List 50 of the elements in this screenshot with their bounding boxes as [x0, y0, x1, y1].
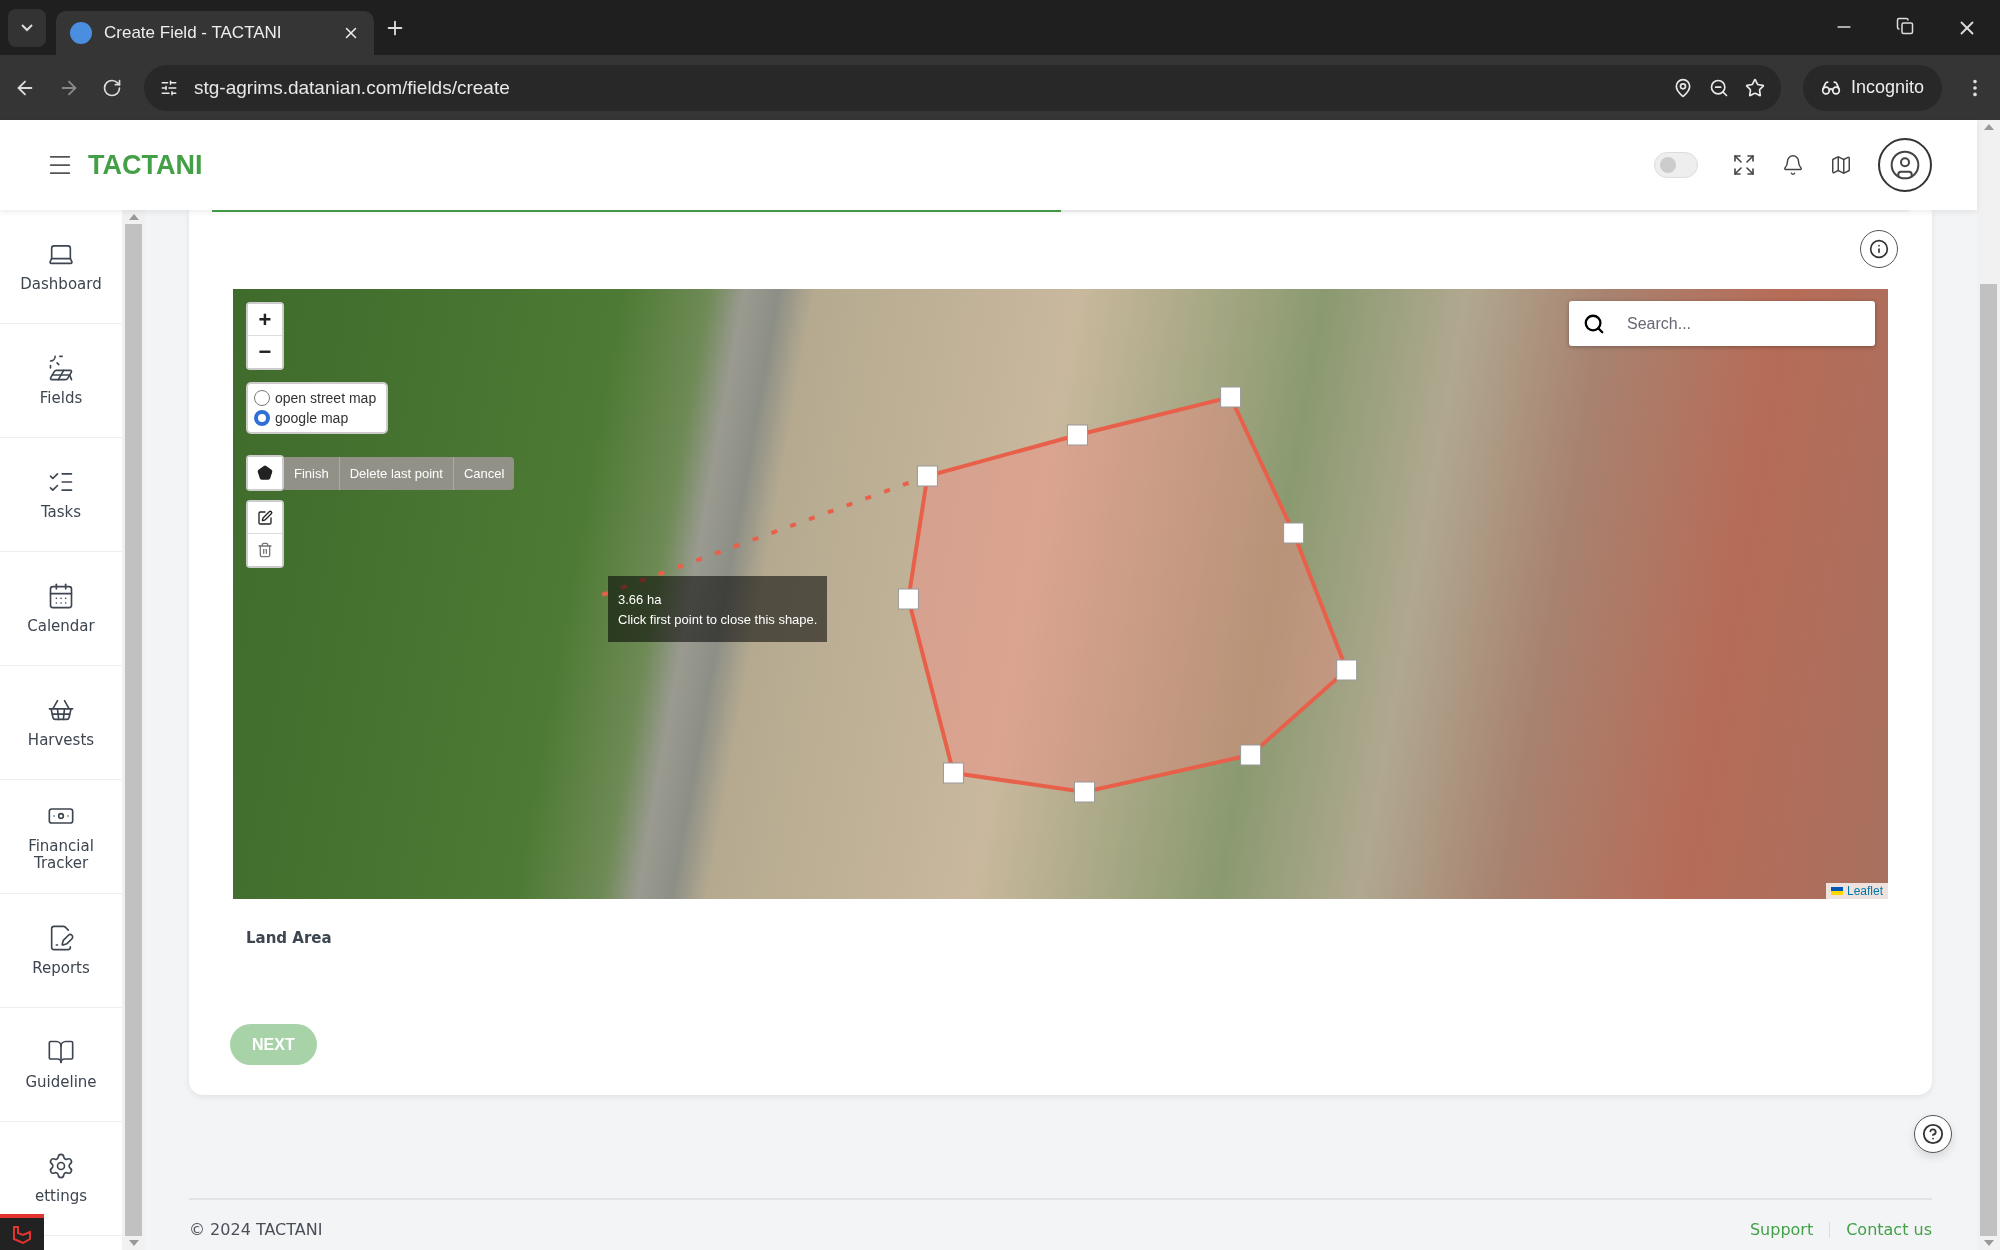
- framework-badge[interactable]: [0, 1214, 44, 1250]
- incognito-button[interactable]: Incognito: [1802, 64, 1942, 111]
- edit-icon: [257, 509, 273, 526]
- attribution-link[interactable]: Leaflet: [1825, 883, 1888, 899]
- search-input[interactable]: Search...: [1625, 313, 1861, 334]
- layer-label: google map: [275, 410, 349, 426]
- reload-icon[interactable]: [102, 77, 122, 98]
- edit-button[interactable]: [248, 502, 282, 534]
- solar-panel-icon: [47, 354, 75, 383]
- field-polygon-drawing[interactable]: [897, 386, 1358, 803]
- help-button[interactable]: [1914, 1115, 1952, 1153]
- map-icon[interactable]: [1830, 154, 1852, 176]
- search-bar[interactable]: Search...: [1569, 301, 1875, 346]
- area-reading: 3.66 ha: [618, 591, 663, 609]
- polygon-tool-button[interactable]: [248, 457, 282, 489]
- star-icon[interactable]: [1744, 77, 1765, 98]
- info-button[interactable]: [1860, 230, 1898, 268]
- info-icon: [1869, 239, 1889, 259]
- layer-option[interactable]: open street map: [254, 390, 377, 406]
- copyright-text: © 2024 TACTANI: [189, 1220, 323, 1239]
- theme-toggle[interactable]: [1654, 152, 1698, 178]
- brand-logo: TACTANI: [88, 149, 203, 181]
- help-icon: [1922, 1123, 1944, 1145]
- search-icon: [1583, 312, 1605, 335]
- land-area-label: Land Area: [246, 929, 333, 947]
- pentagon-icon: [257, 465, 273, 481]
- flag-icon: [1830, 887, 1843, 895]
- address-bar[interactable]: stg-agrims.datanian.com/fields/create: [144, 64, 1781, 111]
- tab-list-button[interactable]: [8, 8, 46, 47]
- logo-icon: [11, 1223, 33, 1245]
- trash-icon: [257, 542, 273, 558]
- layer-option[interactable]: google map: [254, 410, 377, 426]
- tooltip-hint: Click first point to close this shape.: [618, 611, 818, 629]
- radio-button[interactable]: [254, 410, 270, 426]
- tab-title: Create Field - TACTANI: [104, 23, 283, 43]
- restore-icon[interactable]: [1896, 16, 1914, 35]
- calendar-icon: [47, 582, 75, 611]
- site-settings-icon[interactable]: [160, 78, 178, 97]
- user-avatar[interactable]: [1878, 138, 1932, 192]
- layer-label: open street map: [275, 390, 377, 406]
- map-view[interactable]: + − open street map google map Finish Delete last point Cancel 3.66 ha Click first point to close this shape. Search... Leaflet: [233, 289, 1888, 899]
- zoom-in-button[interactable]: +: [248, 304, 282, 336]
- browser-tab[interactable]: Create Field - TACTANI: [56, 11, 374, 55]
- chevron-down-icon: [21, 23, 33, 32]
- radio-button[interactable]: [254, 390, 270, 406]
- zoom-out-icon[interactable]: [1708, 77, 1729, 98]
- settings-icon: [47, 1152, 75, 1181]
- fullscreen-icon[interactable]: [1732, 153, 1756, 177]
- favicon-icon: [70, 22, 92, 44]
- bell-icon[interactable]: [1782, 154, 1804, 176]
